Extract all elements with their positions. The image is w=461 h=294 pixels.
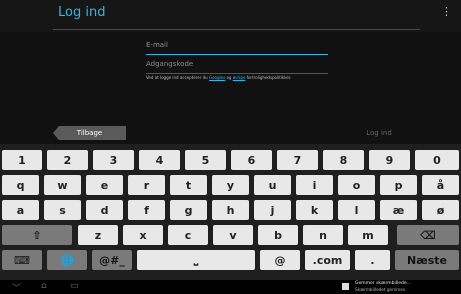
- terms-suffix: fortrolighedspolitikker.: [245, 75, 292, 80]
- back-nav-icon[interactable]: ﹀: [12, 281, 21, 294]
- backspace-icon: ⌫: [420, 228, 436, 242]
- recent-apps-icon[interactable]: ▭: [70, 281, 79, 291]
- period-key[interactable]: .: [355, 250, 390, 270]
- email-placeholder: E-mail: [146, 41, 168, 49]
- key-g[interactable]: g: [170, 200, 207, 220]
- key-3[interactable]: 3: [93, 150, 134, 170]
- key-c[interactable]: c: [168, 225, 208, 245]
- key-i[interactable]: i: [296, 175, 333, 195]
- language-key[interactable]: 🌐: [47, 250, 87, 270]
- terms-mid: og: [225, 75, 233, 80]
- terms-link-other[interactable]: øvrige: [233, 75, 246, 80]
- key-4[interactable]: 4: [139, 150, 180, 170]
- terms-link-googles[interactable]: Googles: [209, 75, 225, 80]
- space-icon: ⎵: [193, 253, 199, 266]
- email-field[interactable]: E-mail: [146, 40, 328, 55]
- soft-keyboard: 1 2 3 4 5 6 7 8 9 0 q w e r t y u i o p …: [0, 144, 461, 280]
- key-b[interactable]: b: [258, 225, 298, 245]
- key-o[interactable]: o: [338, 175, 375, 195]
- key-m[interactable]: m: [348, 225, 388, 245]
- space-bar[interactable]: ⎵: [137, 250, 255, 270]
- key-w[interactable]: w: [44, 175, 81, 195]
- key-2[interactable]: 2: [47, 150, 88, 170]
- key-r[interactable]: r: [128, 175, 165, 195]
- key-6[interactable]: 6: [231, 150, 272, 170]
- dotcom-key[interactable]: .com: [305, 250, 350, 270]
- key-y[interactable]: y: [212, 175, 249, 195]
- terms-prefix: Ved at logge ind accepterer du: [146, 75, 209, 80]
- key-n[interactable]: n: [303, 225, 343, 245]
- key-z[interactable]: z: [78, 225, 118, 245]
- shift-icon: ⇧: [32, 228, 42, 242]
- key-s[interactable]: s: [44, 200, 81, 220]
- key-u[interactable]: u: [254, 175, 291, 195]
- key-j[interactable]: j: [254, 200, 291, 220]
- key-7[interactable]: 7: [277, 150, 318, 170]
- key-v[interactable]: v: [213, 225, 253, 245]
- key-ae[interactable]: æ: [380, 200, 417, 220]
- notification-title: Gemmer skærmbillede...: [355, 281, 411, 286]
- screenshot-notification[interactable]: Gemmer skærmbillede... Skærmbilledet gem…: [342, 281, 454, 293]
- back-button[interactable]: Tilbage: [53, 126, 126, 140]
- key-8[interactable]: 8: [323, 150, 364, 170]
- key-k[interactable]: k: [296, 200, 333, 220]
- symbols-key[interactable]: @#_: [92, 250, 132, 270]
- action-bar: Tilbage Log ind: [0, 122, 461, 144]
- at-key[interactable]: @: [260, 250, 300, 270]
- keyboard-icon: ⌨: [14, 253, 30, 267]
- key-l[interactable]: l: [338, 200, 375, 220]
- page-title: Log ind: [58, 5, 106, 20]
- key-9[interactable]: 9: [369, 150, 410, 170]
- login-button[interactable]: Log ind: [349, 126, 409, 140]
- shift-key[interactable]: ⇧: [2, 225, 72, 245]
- home-icon[interactable]: ⌂: [41, 281, 47, 291]
- backspace-key[interactable]: ⌫: [397, 225, 459, 245]
- terms-text: Ved at logge ind accepterer du Googles o…: [146, 75, 291, 80]
- next-key[interactable]: Næste: [395, 250, 459, 270]
- app-top-bar: Log ind ⋮: [0, 0, 461, 32]
- keyboard-settings-key[interactable]: ⌨: [2, 250, 42, 270]
- key-a-ring[interactable]: å: [422, 175, 459, 195]
- key-h[interactable]: h: [212, 200, 249, 220]
- password-field[interactable]: Adgangskode: [146, 59, 328, 74]
- key-d[interactable]: d: [86, 200, 123, 220]
- password-placeholder: Adgangskode: [146, 60, 194, 68]
- divider: [53, 29, 420, 30]
- globe-icon: 🌐: [60, 253, 74, 267]
- key-t[interactable]: t: [170, 175, 207, 195]
- key-5[interactable]: 5: [185, 150, 226, 170]
- key-0[interactable]: 0: [415, 150, 459, 170]
- key-x[interactable]: x: [123, 225, 163, 245]
- notification-subtitle: Skærmbilledet gemmes.: [355, 287, 407, 292]
- key-a[interactable]: a: [2, 200, 39, 220]
- key-f[interactable]: f: [128, 200, 165, 220]
- screenshot-icon: [342, 283, 349, 290]
- key-p[interactable]: p: [380, 175, 417, 195]
- key-e[interactable]: e: [86, 175, 123, 195]
- key-q[interactable]: q: [2, 175, 39, 195]
- key-o-slash[interactable]: ø: [422, 200, 459, 220]
- key-1[interactable]: 1: [2, 150, 42, 170]
- overflow-menu-icon[interactable]: ⋮: [441, 6, 452, 17]
